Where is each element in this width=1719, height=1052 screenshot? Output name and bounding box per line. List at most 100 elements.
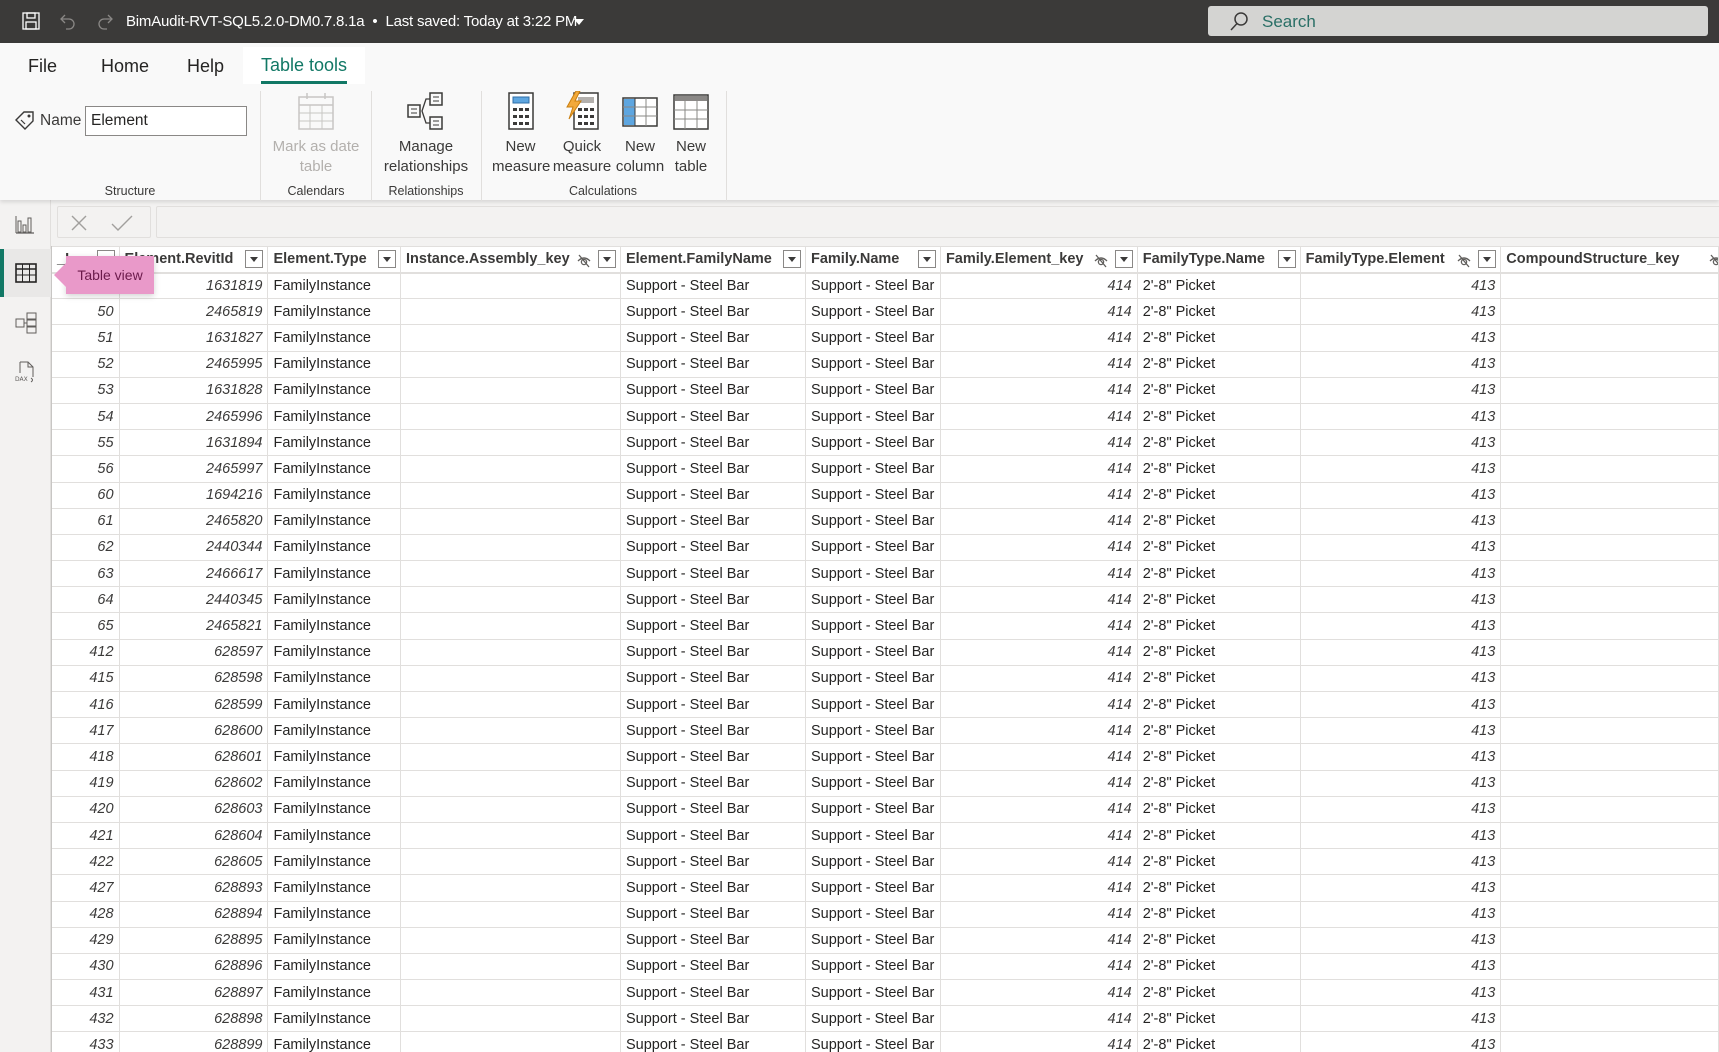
table-cell[interactable]: [400, 508, 621, 535]
table-cell[interactable]: 628597: [119, 639, 269, 666]
tab-home[interactable]: Home: [101, 52, 149, 86]
table-cell[interactable]: Support - Steel Bar: [805, 560, 941, 588]
table-cell[interactable]: 413: [1300, 822, 1502, 850]
table-cell[interactable]: FamilyInstance: [267, 324, 402, 352]
table-cell[interactable]: 628598: [119, 665, 269, 693]
table-cell[interactable]: 419: [52, 770, 120, 797]
chevron-down-icon[interactable]: [574, 19, 584, 25]
table-cell[interactable]: 427: [52, 874, 120, 902]
table-row[interactable]: 418 628601 FamilyInstance Support - Steel B…: [52, 743, 1719, 771]
table-cell[interactable]: Support - Steel Bar: [620, 822, 806, 850]
table-cell[interactable]: 431: [52, 979, 120, 1007]
table-cell[interactable]: [400, 874, 621, 902]
column-header[interactable]: CompoundStructure_key: [1500, 246, 1719, 274]
table-cell[interactable]: FamilyInstance: [267, 351, 402, 378]
table-cell[interactable]: 2'-8" Picket: [1137, 403, 1301, 431]
table-cell[interactable]: Support - Steel Bar: [620, 272, 806, 300]
table-cell[interactable]: [400, 482, 621, 509]
table-cell[interactable]: 413: [1300, 901, 1502, 928]
table-row[interactable]: 428 628894 FamilyInstance Support - Steel B…: [52, 901, 1719, 928]
table-cell[interactable]: [1500, 874, 1719, 902]
commit-check-icon[interactable]: [110, 214, 134, 232]
table-cell[interactable]: Support - Steel Bar: [620, 1031, 806, 1052]
table-row[interactable]: 52 2465995 FamilyInstance Support - Steel B…: [52, 351, 1719, 378]
table-cell[interactable]: Support - Steel Bar: [805, 324, 941, 352]
table-row[interactable]: 54 2465996 FamilyInstance Support - Steel B…: [52, 403, 1719, 431]
table-cell[interactable]: [1500, 743, 1719, 771]
column-header[interactable]: FamilyType.Name: [1137, 246, 1301, 274]
table-cell[interactable]: [400, 324, 621, 352]
table-cell[interactable]: [400, 534, 621, 562]
table-cell[interactable]: 2'-8" Picket: [1137, 953, 1301, 981]
table-row[interactable]: 420 628603 FamilyInstance Support - Steel B…: [52, 796, 1719, 823]
table-cell[interactable]: 2'-8" Picket: [1137, 324, 1301, 352]
table-cell[interactable]: 414: [940, 901, 1138, 928]
table-cell[interactable]: [1500, 848, 1719, 876]
table-cell[interactable]: Support - Steel Bar: [805, 665, 941, 693]
table-cell[interactable]: 50: [52, 298, 120, 326]
sidebar-item-model-view[interactable]: [0, 298, 51, 346]
table-cell[interactable]: Support - Steel Bar: [620, 429, 806, 457]
table-cell[interactable]: 2'-8" Picket: [1137, 351, 1301, 378]
sidebar-item-dax-query-view[interactable]: DAX: [0, 347, 51, 395]
table-cell[interactable]: FamilyInstance: [267, 1005, 402, 1033]
table-cell[interactable]: Support - Steel Bar: [805, 979, 941, 1007]
table-cell[interactable]: Support - Steel Bar: [620, 324, 806, 352]
table-cell[interactable]: FamilyInstance: [267, 534, 402, 562]
table-cell[interactable]: [1500, 586, 1719, 614]
table-cell[interactable]: 413: [1300, 874, 1502, 902]
table-cell[interactable]: 418: [52, 743, 120, 771]
table-row[interactable]: 431 628897 FamilyInstance Support - Steel B…: [52, 979, 1719, 1007]
table-cell[interactable]: 64: [52, 586, 120, 614]
table-cell[interactable]: 413: [1300, 796, 1502, 823]
table-cell[interactable]: 628893: [119, 874, 269, 902]
tab-table-tools[interactable]: Table tools: [243, 47, 366, 84]
table-cell[interactable]: [1500, 351, 1719, 378]
table-cell[interactable]: 2'-8" Picket: [1137, 612, 1301, 640]
table-cell[interactable]: 413: [1300, 429, 1502, 457]
table-cell[interactable]: 430: [52, 953, 120, 981]
table-cell[interactable]: [400, 822, 621, 850]
column-header[interactable]: Instance.Assembly_key: [400, 246, 621, 274]
table-cell[interactable]: Support - Steel Bar: [620, 639, 806, 666]
table-cell[interactable]: Support - Steel Bar: [620, 1005, 806, 1033]
table-cell[interactable]: FamilyInstance: [267, 377, 402, 404]
table-cell[interactable]: 2465821: [119, 612, 269, 640]
table-cell[interactable]: 2'-8" Picket: [1137, 901, 1301, 928]
table-cell[interactable]: Support - Steel Bar: [805, 717, 941, 745]
table-cell[interactable]: 414: [940, 953, 1138, 981]
table-row[interactable]: 51 1631827 FamilyInstance Support - Steel B…: [52, 324, 1719, 352]
table-cell[interactable]: FamilyInstance: [267, 508, 402, 535]
table-cell[interactable]: 2'-8" Picket: [1137, 586, 1301, 614]
table-cell[interactable]: Support - Steel Bar: [805, 743, 941, 771]
formula-input[interactable]: [156, 206, 1719, 238]
table-cell[interactable]: 628899: [119, 1031, 269, 1052]
table-row[interactable]: 55 1631894 FamilyInstance Support - Steel B…: [52, 429, 1719, 457]
table-cell[interactable]: 1694216: [119, 482, 269, 509]
search-box[interactable]: Search: [1208, 6, 1708, 36]
table-cell[interactable]: 420: [52, 796, 120, 823]
table-row[interactable]: 53 1631828 FamilyInstance Support - Steel B…: [52, 377, 1719, 404]
table-cell[interactable]: Support - Steel Bar: [805, 927, 941, 954]
table-cell[interactable]: 2'-8" Picket: [1137, 1031, 1301, 1052]
table-cell[interactable]: [400, 1005, 621, 1033]
table-cell[interactable]: 2465820: [119, 508, 269, 535]
column-filter-dropdown[interactable]: [782, 250, 801, 268]
table-cell[interactable]: 2'-8" Picket: [1137, 298, 1301, 326]
table-cell[interactable]: 414: [940, 927, 1138, 954]
table-cell[interactable]: FamilyInstance: [267, 927, 402, 954]
table-cell[interactable]: 413: [1300, 324, 1502, 352]
table-cell[interactable]: Support - Steel Bar: [805, 298, 941, 326]
column-filter-dropdown[interactable]: [245, 250, 264, 268]
table-cell[interactable]: 414: [940, 639, 1138, 666]
new-column-button[interactable]: New column: [614, 91, 666, 176]
table-row[interactable]: 422 628605 FamilyInstance Support - Steel B…: [52, 848, 1719, 876]
table-cell[interactable]: 414: [940, 455, 1138, 483]
table-cell[interactable]: 413: [1300, 665, 1502, 693]
table-cell[interactable]: 413: [1300, 612, 1502, 640]
table-cell[interactable]: 54: [52, 403, 120, 431]
table-cell[interactable]: 2'-8" Picket: [1137, 665, 1301, 693]
table-cell[interactable]: [1500, 560, 1719, 588]
table-cell[interactable]: Support - Steel Bar: [620, 403, 806, 431]
table-cell[interactable]: 413: [1300, 455, 1502, 483]
